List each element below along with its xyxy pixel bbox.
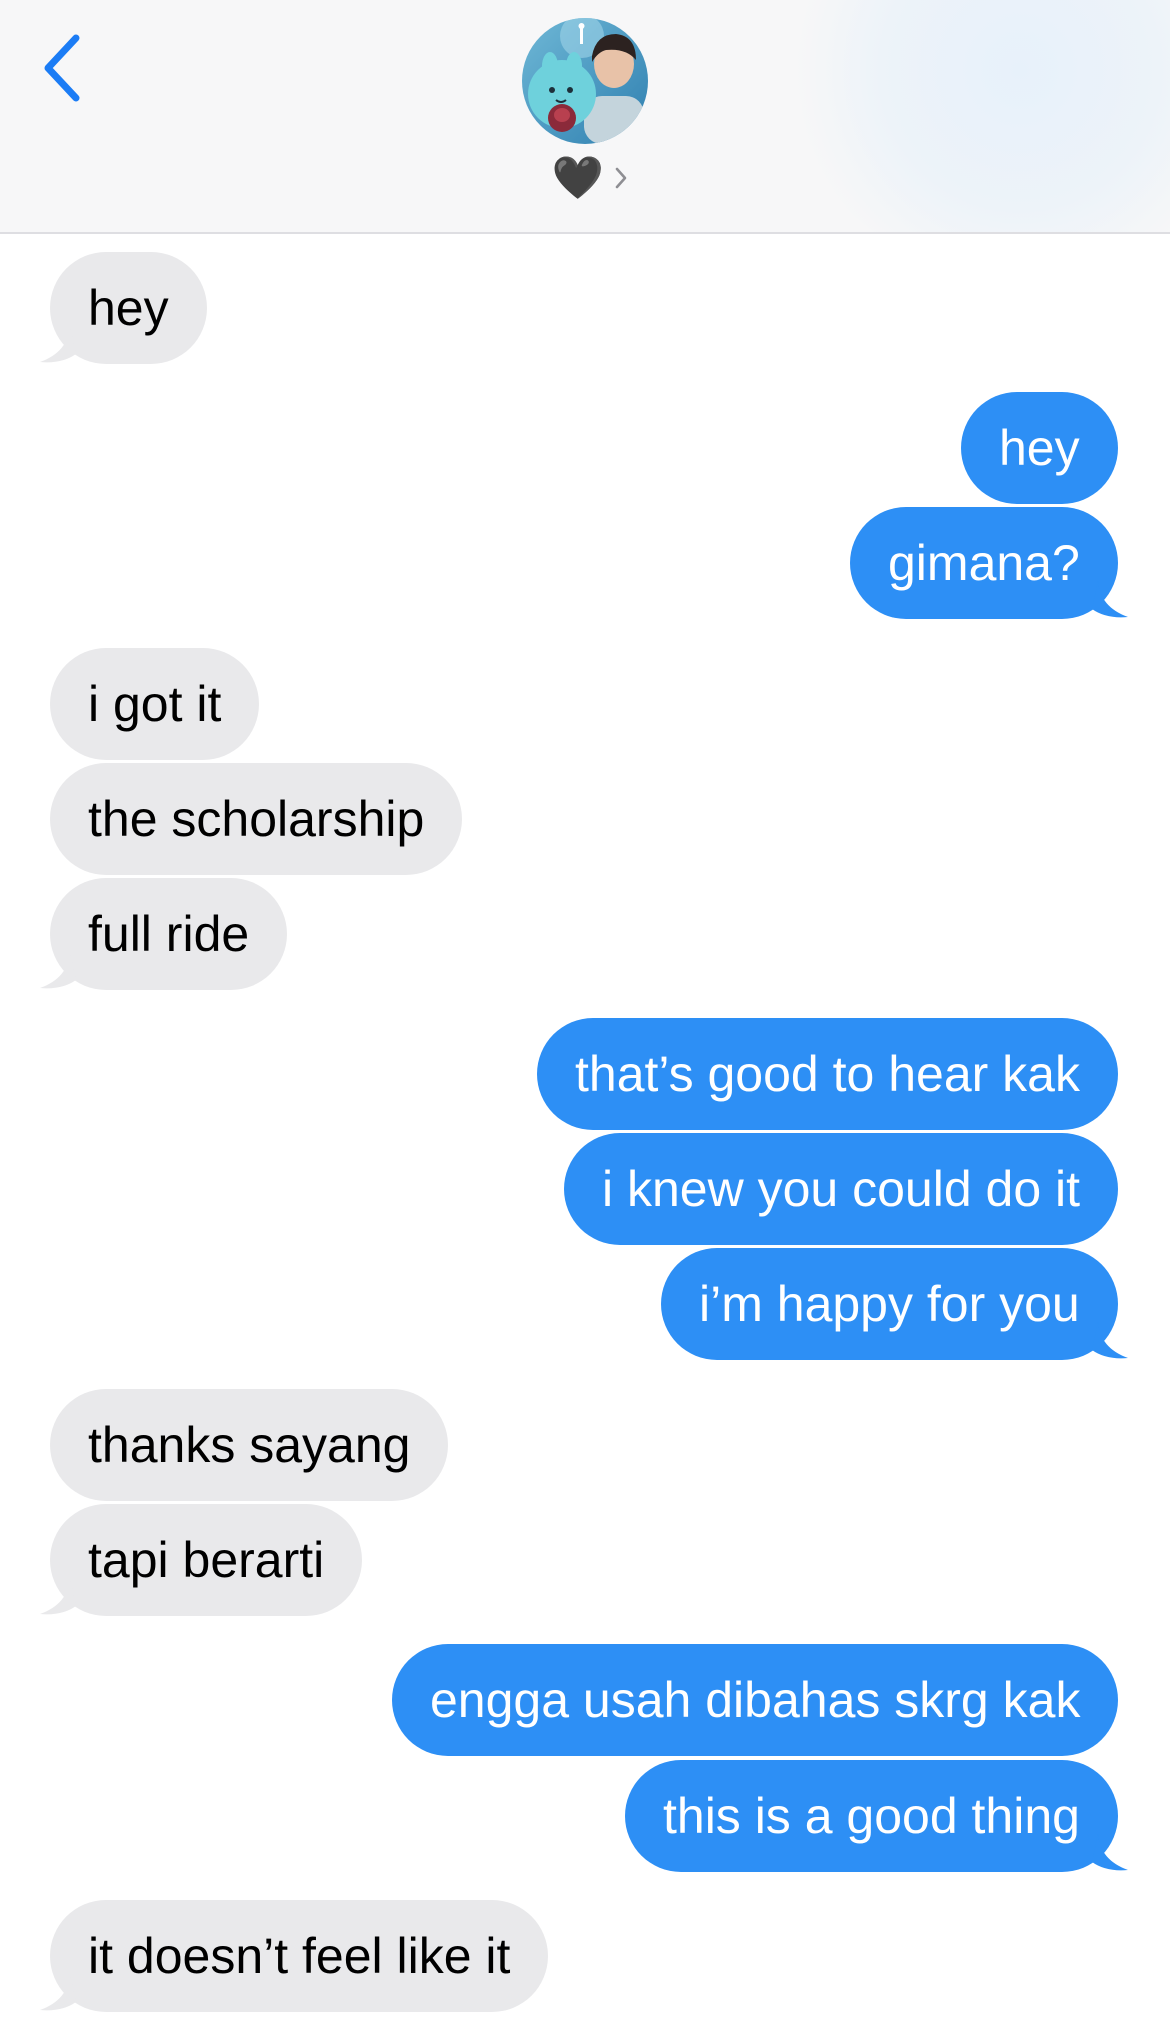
outgoing-message-bubble[interactable]: i’m happy for you [661, 1248, 1118, 1360]
contact-avatar-photo [522, 18, 648, 144]
chevron-right-icon [614, 166, 628, 190]
incoming-message-bubble[interactable]: the scholarship [50, 763, 463, 875]
contact-name-button[interactable]: 🖤 [540, 148, 640, 208]
chevron-left-icon [44, 34, 80, 102]
outgoing-message-bubble[interactable]: i knew you could do it [564, 1133, 1119, 1245]
contact-avatar[interactable] [522, 18, 648, 144]
outgoing-message-bubble[interactable]: gimana? [850, 507, 1118, 619]
conversation-header: 🖤 [0, 0, 1170, 234]
incoming-message-bubble[interactable]: thanks sayang [50, 1389, 449, 1501]
outgoing-message-bubble[interactable]: that’s good to hear kak [537, 1018, 1118, 1130]
back-button[interactable] [30, 28, 94, 108]
incoming-message-bubble[interactable]: it doesn’t feel like it [50, 1900, 549, 2012]
outgoing-message-bubble[interactable]: engga usah dibahas skrg kak [392, 1644, 1119, 1756]
incoming-message-bubble[interactable]: hey [50, 252, 207, 364]
header-glow [790, 0, 1170, 232]
incoming-message-bubble[interactable]: full ride [50, 878, 288, 990]
outgoing-message-bubble[interactable]: hey [961, 392, 1118, 504]
contact-name: 🖤 [551, 154, 605, 201]
incoming-message-bubble[interactable]: i got it [50, 648, 260, 760]
outgoing-message-bubble[interactable]: this is a good thing [625, 1760, 1118, 1872]
incoming-message-bubble[interactable]: tapi berarti [50, 1504, 363, 1616]
